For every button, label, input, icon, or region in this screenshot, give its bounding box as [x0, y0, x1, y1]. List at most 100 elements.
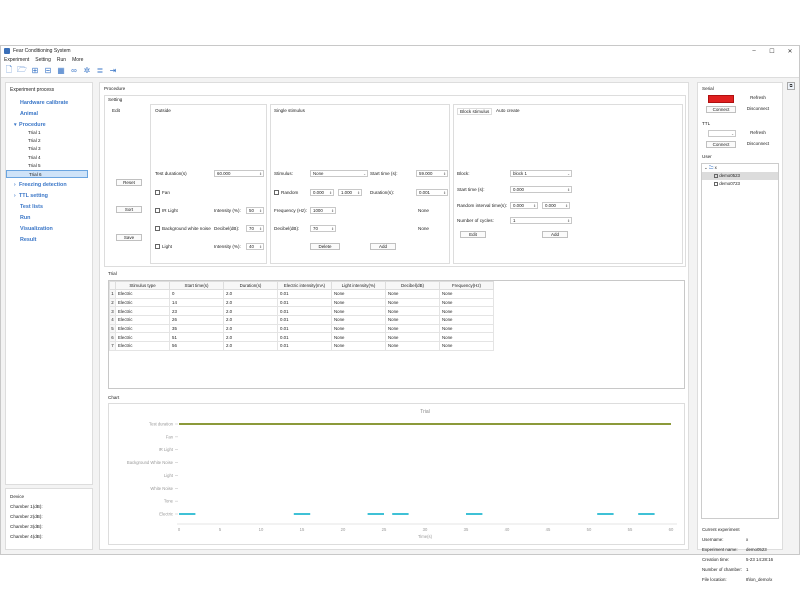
- block-add-button[interactable]: Add: [542, 231, 568, 238]
- table-cell[interactable]: None: [439, 306, 494, 317]
- side-panel-toggle-icon[interactable]: ⧉: [787, 82, 795, 90]
- table-cell[interactable]: None: [331, 332, 386, 343]
- chevron-down-icon[interactable]: ⌄: [704, 165, 708, 170]
- table-row[interactable]: 6 Electric 51 2.0 0.01 None None None: [109, 332, 494, 343]
- table-cell[interactable]: 0: [169, 289, 224, 299]
- table-cell[interactable]: Electric: [115, 306, 170, 317]
- table-cell[interactable]: None: [439, 297, 494, 308]
- table-cell[interactable]: None: [439, 323, 494, 334]
- save-file-icon[interactable]: ⊟: [43, 66, 53, 76]
- table-cell[interactable]: Electric: [115, 332, 170, 343]
- reset-button[interactable]: Reset: [116, 179, 142, 186]
- tab-auto-create[interactable]: Auto create: [496, 108, 520, 113]
- single-db-input[interactable]: 70 ⇕: [310, 225, 336, 232]
- table-row[interactable]: 3 Electric 23 2.0 0.01 None None None: [109, 306, 494, 317]
- table-cell[interactable]: 0.01: [277, 315, 332, 325]
- bwn-db-input[interactable]: 70 ⇕: [246, 225, 264, 232]
- bwn-checkbox[interactable]: [155, 226, 160, 231]
- table-cell[interactable]: None: [385, 323, 440, 334]
- nav-run[interactable]: Run: [6, 211, 92, 222]
- nav-trial-6[interactable]: Trial 6: [6, 169, 88, 179]
- table-cell[interactable]: Electric: [115, 323, 170, 334]
- table-cell[interactable]: 35: [169, 323, 224, 334]
- spin-icon[interactable]: ⇕: [259, 244, 262, 250]
- table-cell[interactable]: None: [439, 332, 494, 343]
- stack-icon[interactable]: ≣: [95, 66, 105, 76]
- frequency-input[interactable]: 1000 ⇕: [310, 207, 336, 214]
- user-root-row[interactable]: ⌄ 🗀 x: [702, 164, 778, 172]
- save-button[interactable]: Save: [116, 234, 142, 241]
- table-cell[interactable]: 0.01: [277, 332, 332, 343]
- menu-experiment[interactable]: Experiment: [4, 57, 29, 63]
- table-icon[interactable]: ▦: [56, 66, 66, 76]
- table-row[interactable]: 1 Electric 0 2.0 0.01 None None None: [109, 289, 494, 299]
- spin-icon[interactable]: ⇕: [331, 226, 334, 232]
- add-file-icon[interactable]: ⊞: [30, 66, 40, 76]
- block-select[interactable]: block 1 ⌄: [510, 170, 572, 177]
- nav-trial-3[interactable]: Trial 3: [6, 145, 92, 153]
- table-cell[interactable]: None: [385, 289, 440, 299]
- interval-min-input[interactable]: 0.000 ⇕: [510, 202, 538, 209]
- nav-visualization[interactable]: Visualization: [6, 222, 92, 233]
- spin-icon[interactable]: ⇕: [533, 203, 536, 209]
- table-cell[interactable]: None: [439, 341, 494, 351]
- table-cell[interactable]: Electric: [115, 297, 170, 308]
- ttl-select[interactable]: ⌄: [708, 130, 736, 137]
- table-cell[interactable]: None: [331, 341, 386, 351]
- ttl-disconnect-button[interactable]: Disconnect: [742, 141, 774, 148]
- col-light-intensity[interactable]: Light intensity(%): [331, 281, 386, 290]
- col-decibel[interactable]: Decibel(dB): [385, 281, 440, 290]
- table-cell[interactable]: 2.0: [223, 297, 278, 308]
- single-start-input[interactable]: 59.000 ⇕: [416, 170, 448, 177]
- test-duration-input[interactable]: 60.000 ⇕: [214, 170, 264, 177]
- user-row-demo0523[interactable]: demo0523: [702, 172, 778, 180]
- table-row[interactable]: 4 Electric 26 2.0 0.01 None None None: [109, 315, 494, 325]
- table-cell[interactable]: 0.01: [277, 306, 332, 317]
- table-cell[interactable]: None: [385, 306, 440, 317]
- table-cell[interactable]: None: [331, 289, 386, 299]
- user-checkbox[interactable]: [714, 181, 718, 186]
- table-cell[interactable]: 0.01: [277, 341, 332, 351]
- cycles-input[interactable]: 1 ⇕: [510, 217, 572, 224]
- table-cell[interactable]: 2.0: [223, 332, 278, 343]
- random-max-input[interactable]: 1.000 ⇕: [338, 189, 362, 196]
- spin-icon[interactable]: ⇕: [259, 208, 262, 214]
- table-cell[interactable]: 2.0: [223, 341, 278, 351]
- table-cell[interactable]: Electric: [115, 289, 170, 299]
- export-icon[interactable]: ⇥: [108, 66, 118, 76]
- chevron-down-icon[interactable]: ⌄: [731, 131, 734, 137]
- light-checkbox[interactable]: [155, 244, 160, 249]
- table-cell[interactable]: 23: [169, 306, 224, 317]
- single-add-button[interactable]: Add: [370, 243, 396, 250]
- table-cell[interactable]: 2.0: [223, 289, 278, 299]
- table-cell[interactable]: 0.01: [277, 323, 332, 334]
- col-frequency[interactable]: Frequency(Hz): [439, 281, 494, 290]
- fan-checkbox[interactable]: [155, 190, 160, 195]
- table-cell[interactable]: 14: [169, 297, 224, 308]
- duration-input[interactable]: 0.001 ⇕: [416, 189, 448, 196]
- nav-trial-2[interactable]: Trial 2: [6, 137, 92, 145]
- table-cell[interactable]: None: [385, 332, 440, 343]
- maximize-button[interactable]: ☐: [763, 48, 781, 55]
- table-cell[interactable]: 2.0: [223, 315, 278, 325]
- col-duration[interactable]: Duration(s): [223, 281, 278, 290]
- random-min-input[interactable]: 0.000 ⇕: [310, 189, 334, 196]
- nav-trial-4[interactable]: Trial 4: [6, 154, 92, 162]
- spin-icon[interactable]: ⇕: [567, 187, 570, 193]
- table-cell[interactable]: Electric: [115, 341, 170, 351]
- table-row[interactable]: 5 Electric 35 2.0 0.01 None None None: [109, 323, 494, 334]
- chevron-down-icon[interactable]: ⌄: [363, 171, 366, 177]
- table-cell[interactable]: 0.01: [277, 289, 332, 299]
- menu-run[interactable]: Run: [57, 57, 66, 63]
- table-cell[interactable]: 26: [169, 315, 224, 325]
- serial-status-indicator[interactable]: [708, 95, 734, 103]
- table-cell[interactable]: 51: [169, 332, 224, 343]
- open-file-icon[interactable]: 🗁: [17, 65, 27, 76]
- col-start-time[interactable]: Start time(s): [169, 281, 224, 290]
- table-cell[interactable]: None: [331, 306, 386, 317]
- new-file-icon[interactable]: 🗋: [4, 65, 14, 76]
- ttl-refresh-button[interactable]: Refresh: [742, 130, 774, 137]
- col-electric-intensity[interactable]: Electric intensity(mA): [277, 281, 332, 290]
- table-cell[interactable]: 2.0: [223, 306, 278, 317]
- table-cell[interactable]: 0.01: [277, 297, 332, 308]
